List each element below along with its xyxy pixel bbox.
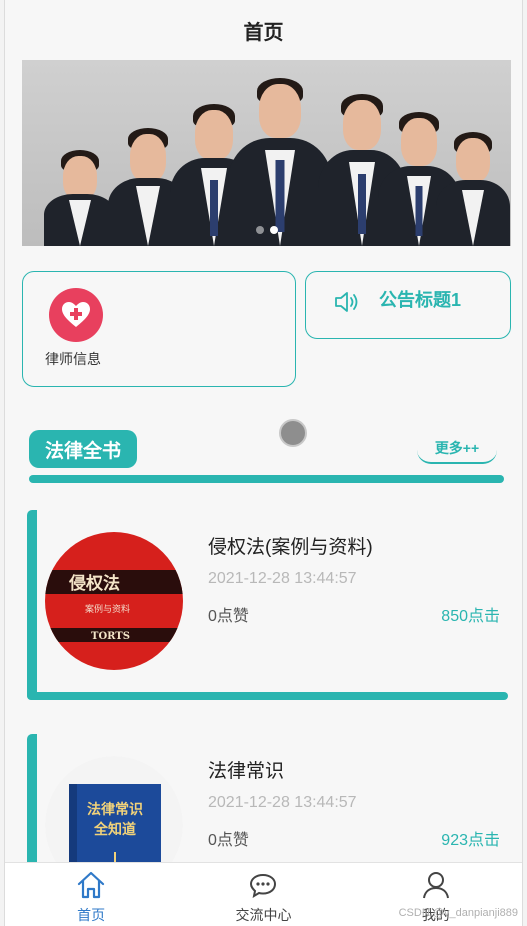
page-title: 首页 xyxy=(243,21,284,44)
tab-home[interactable]: 首页 xyxy=(5,863,177,926)
home-icon xyxy=(78,871,105,899)
floating-drag-handle[interactable] xyxy=(279,419,307,447)
speaker-icon xyxy=(335,292,358,312)
book-date: 2021-12-28 13:44:57 xyxy=(208,570,357,587)
watermark: CSDN @v_danpianji889 xyxy=(398,907,518,919)
chat-icon xyxy=(250,873,277,899)
banner-person xyxy=(436,132,510,246)
book-title: 法律常识 xyxy=(208,761,285,782)
tab-chat-label: 交流中心 xyxy=(235,907,292,923)
book-date: 2021-12-28 13:44:57 xyxy=(208,794,357,811)
book-likes: 0点赞 xyxy=(208,608,249,625)
svg-text:TORTS: TORTS xyxy=(91,631,130,642)
book-cover-image: 侵权法 案例与资料 TORTS xyxy=(45,532,183,670)
svg-text:案例与资料: 案例与资料 xyxy=(85,603,130,615)
tab-home-label: 首页 xyxy=(77,907,106,923)
book-likes: 0点赞 xyxy=(208,832,249,849)
banner-carousel[interactable] xyxy=(22,60,511,246)
svg-text:法律常识: 法律常识 xyxy=(87,801,143,818)
svg-text:全知道: 全知道 xyxy=(93,821,136,838)
section-title: 法律全书 xyxy=(29,430,137,468)
app-frame: 首页 律师信息 公告标题1 法律全书 更多++ 侵权法 案例与资料 TORTS … xyxy=(4,0,523,926)
notice-card[interactable]: 公告标题1 xyxy=(305,271,511,339)
section-divider xyxy=(29,475,504,483)
book-clicks: 923点击 xyxy=(441,832,500,849)
heart-plus-icon xyxy=(49,288,103,342)
bottom-tab-bar: 首页 交流中心 我的 CSDN @v_danpianji889 xyxy=(5,862,522,926)
book-card[interactable]: 侵权法 案例与资料 TORTS 侵权法(案例与资料) 2021-12-28 13… xyxy=(27,510,508,700)
notice-title: 公告标题1 xyxy=(379,290,462,310)
user-icon xyxy=(422,872,449,899)
book-clicks: 850点击 xyxy=(441,608,500,625)
more-button[interactable]: 更多++ xyxy=(417,434,497,464)
lawyer-info-label: 律师信息 xyxy=(45,351,101,367)
banner-person xyxy=(44,150,116,246)
carousel-indicator[interactable] xyxy=(255,226,278,234)
banner-person xyxy=(228,78,332,246)
lawyer-info-card[interactable]: 律师信息 xyxy=(22,271,296,387)
carousel-dot[interactable] xyxy=(255,226,264,234)
tab-chat[interactable]: 交流中心 xyxy=(177,863,349,926)
carousel-dot-active[interactable] xyxy=(269,226,278,234)
book-title: 侵权法(案例与资料) xyxy=(208,537,373,558)
svg-text:侵权法: 侵权法 xyxy=(68,573,120,594)
